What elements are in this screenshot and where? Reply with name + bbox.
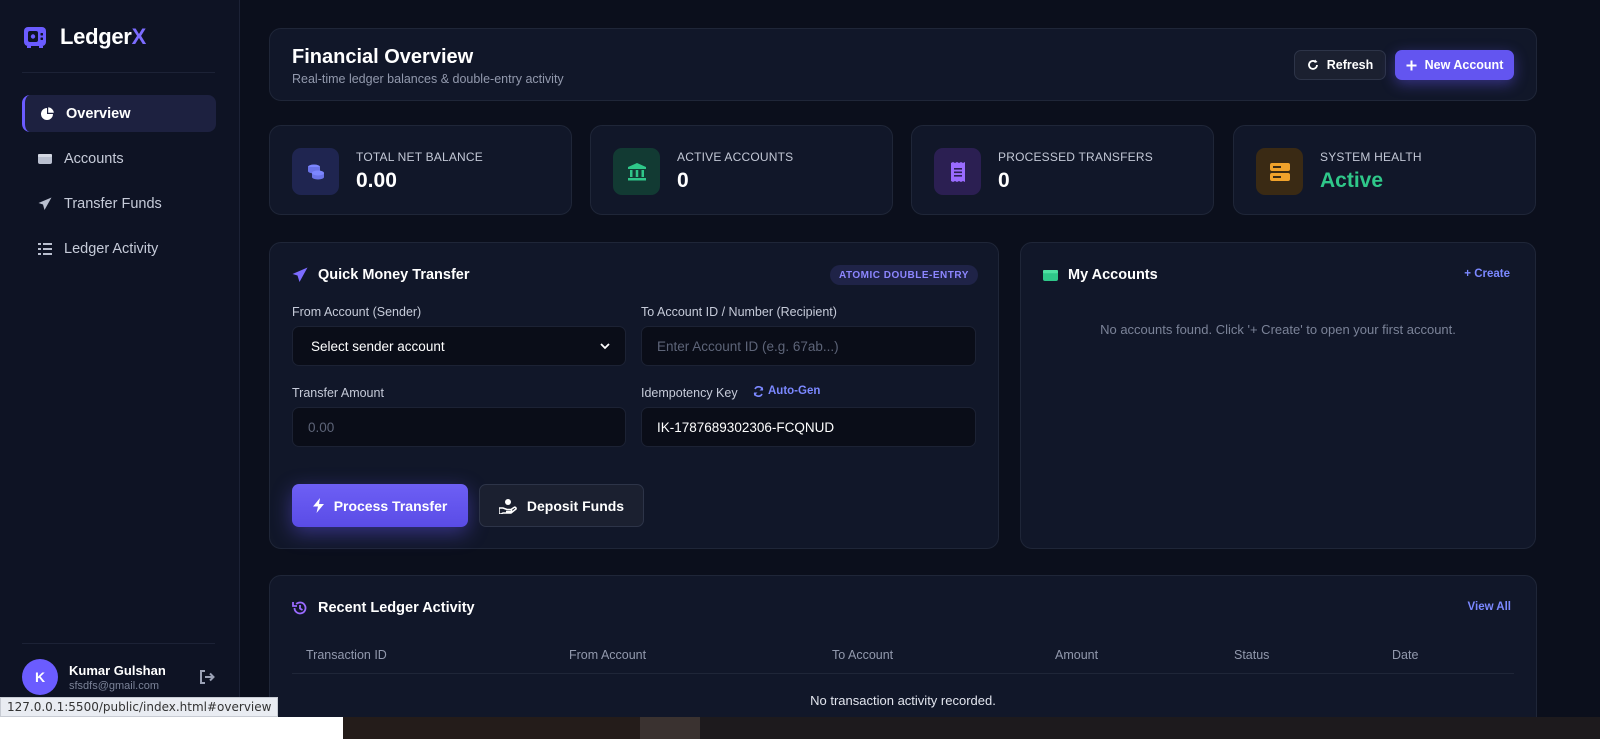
column-header: Amount — [1055, 648, 1099, 662]
column-header: From Account — [569, 648, 647, 662]
table-header: Transaction ID From Account To Account A… — [292, 636, 1514, 674]
from-account-label: From Account (Sender) — [292, 305, 422, 319]
stat-active-accounts: Active Accounts 0 — [590, 125, 893, 215]
wallet-icon — [1043, 269, 1058, 281]
bank-icon — [613, 148, 660, 195]
sidebar-divider — [22, 643, 215, 644]
sync-icon — [753, 385, 764, 397]
process-transfer-button[interactable]: Process Transfer — [292, 484, 468, 527]
browser-status-url: 127.0.0.1:5500/public/index.html#overvie… — [0, 697, 279, 717]
view-all-link[interactable]: View All — [1468, 601, 1511, 613]
idempotency-key-input[interactable]: IK-1787689302306-FCQNUD — [641, 407, 976, 447]
refresh-button[interactable]: Refresh — [1294, 50, 1386, 80]
sidebar: LedgerX Overview Accounts Transfer Funds — [0, 0, 240, 739]
section-title: Recent Ledger Activity — [292, 600, 475, 616]
sidebar-nav: Overview Accounts Transfer Funds Ledger … — [22, 95, 216, 275]
create-account-link[interactable]: + Create — [1464, 268, 1510, 280]
page-subtitle: Real-time ledger balances & double-entry… — [292, 72, 564, 86]
column-header: Transaction ID — [306, 648, 387, 662]
user-profile: K Kumar Gulshan sfsdfs@gmail.com — [22, 658, 216, 696]
avatar[interactable]: K — [22, 659, 58, 695]
stat-value: 0 — [677, 169, 689, 192]
status-badge: Active — [1320, 169, 1384, 192]
user-email: sfsdfs@gmail.com — [69, 679, 160, 692]
empty-accounts-message: No accounts found. Click '+ Create' to o… — [1100, 322, 1456, 337]
sidebar-divider — [22, 72, 215, 73]
paper-plane-icon — [38, 197, 52, 211]
stat-label: Total Net Balance — [356, 150, 483, 164]
stat-label: Processed Transfers — [998, 150, 1153, 164]
wallet-icon — [38, 152, 52, 166]
column-header: Status — [1234, 648, 1270, 662]
sidebar-item-accounts[interactable]: Accounts — [22, 140, 216, 177]
sidebar-item-ledger-activity[interactable]: Ledger Activity — [22, 230, 216, 267]
taskbar-strip — [0, 717, 1600, 739]
sidebar-item-label: Ledger Activity — [64, 240, 159, 257]
column-header: To Account — [832, 648, 894, 662]
list-icon — [38, 242, 52, 256]
chevron-down-icon — [600, 342, 610, 349]
stat-value: 0.00 — [356, 169, 397, 192]
from-account-select[interactable]: Select sender account — [292, 326, 626, 366]
stat-value: 0 — [998, 169, 1010, 192]
sidebar-item-label: Transfer Funds — [64, 195, 162, 212]
stat-system-health: System Health Active — [1233, 125, 1536, 215]
stat-label: Active Accounts — [677, 150, 794, 164]
receipt-icon — [934, 148, 981, 195]
server-icon — [1256, 148, 1303, 195]
hand-holding-dollar-icon — [498, 498, 517, 514]
empty-activity-message: No transaction activity recorded. — [810, 693, 996, 708]
page-title: Financial Overview — [292, 46, 474, 68]
deposit-funds-button[interactable]: Deposit Funds — [479, 484, 644, 527]
plus-icon — [1406, 60, 1417, 70]
coins-icon — [292, 148, 339, 195]
recent-activity-panel: Recent Ledger Activity View All Transact… — [269, 575, 1537, 739]
my-accounts-panel: My Accounts + Create No accounts found. … — [1020, 242, 1536, 549]
paper-plane-icon — [292, 267, 308, 282]
history-icon — [292, 601, 307, 615]
brand-name: LedgerX — [60, 24, 146, 49]
stat-processed-transfers: Processed Transfers 0 — [911, 125, 1214, 215]
transfer-amount-input[interactable]: 0.00 — [292, 407, 626, 447]
new-account-button[interactable]: New Account — [1395, 50, 1514, 80]
transfer-amount-label: Transfer Amount — [292, 386, 384, 400]
logout-icon[interactable] — [198, 668, 216, 686]
page-header: Financial Overview Real-time ledger bala… — [269, 28, 1537, 101]
pie-chart-icon — [40, 106, 54, 121]
idempotency-key-label: Idempotency Key — [641, 386, 738, 400]
sidebar-item-label: Overview — [66, 105, 131, 122]
bolt-icon — [312, 498, 324, 513]
atomic-badge: ATOMIC DOUBLE-ENTRY — [830, 265, 978, 285]
auto-gen-button[interactable]: Auto-Gen — [753, 385, 820, 397]
user-info: Kumar Gulshan sfsdfs@gmail.com — [69, 663, 187, 692]
refresh-icon — [1307, 59, 1318, 70]
brand-logo[interactable]: LedgerX — [22, 22, 146, 52]
section-title: My Accounts — [1043, 267, 1158, 283]
stat-label: System Health — [1320, 150, 1422, 164]
sidebar-item-overview[interactable]: Overview — [22, 95, 216, 132]
stat-total-net-balance: Total Net Balance 0.00 — [269, 125, 572, 215]
sidebar-item-transfer-funds[interactable]: Transfer Funds — [22, 185, 216, 222]
quick-transfer-panel: Quick Money Transfer ATOMIC DOUBLE-ENTRY… — [269, 242, 999, 549]
sidebar-item-label: Accounts — [64, 150, 124, 167]
vault-icon — [24, 27, 46, 48]
column-header: Date — [1392, 648, 1419, 662]
section-title: Quick Money Transfer — [292, 267, 470, 283]
user-name: Kumar Gulshan — [69, 662, 166, 678]
to-account-label: To Account ID / Number (Recipient) — [641, 305, 837, 319]
to-account-input[interactable]: Enter Account ID (e.g. 67ab...) — [641, 326, 976, 366]
